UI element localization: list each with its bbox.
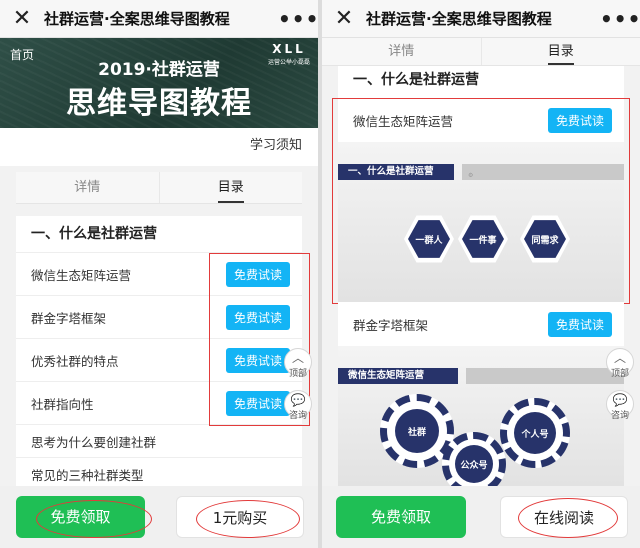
more-icon[interactable]: ••• — [278, 7, 318, 31]
left-screen: ✕ 社群运营·全案思维导图教程 ••• 首页 XLL 运营公举小磊磊 2019·… — [0, 0, 318, 548]
gear-label: 公众号 — [460, 460, 488, 471]
close-icon[interactable]: ✕ — [322, 0, 366, 38]
list-item[interactable]: 群金字塔框架 免费试读 — [16, 295, 302, 338]
section-title: 一、什么是社群运营 — [31, 226, 157, 242]
mindmap-header: 一、什么是社群运营 — [338, 164, 454, 180]
gear-label: 个人号 — [521, 429, 549, 440]
tab-bar: 详情 目录 — [16, 172, 302, 204]
consult-label: 咨询 — [610, 411, 629, 421]
catalog-list: 一、什么是社群运营 微信生态矩阵运营 免费试读 群金字塔框架 免费试读 优秀社群… — [16, 216, 302, 490]
tab-details[interactable]: 详情 — [16, 172, 159, 203]
list-item[interactable]: 微信生态矩阵运营 免费试读 — [16, 252, 302, 295]
tab-bar: 详情 目录 — [322, 38, 640, 66]
list-item[interactable]: 优秀社群的特点 免费试读 — [16, 338, 302, 381]
page-title: 社群运营·全案思维导图教程 — [44, 10, 230, 28]
buy-button[interactable]: 1元购买 — [176, 496, 304, 538]
item-title: 常见的三种社群类型 — [31, 467, 144, 483]
learning-notice[interactable]: 学习须知 — [0, 128, 318, 166]
list-item[interactable]: 微信生态矩阵运营 免费试读 — [338, 98, 624, 142]
bottom-action-bar: 免费领取 1元购买 — [0, 486, 318, 548]
right-screen: ✕ 社群运营·全案思维导图教程 ••• 详情 目录 一、什么是社群运营 微信生态… — [322, 0, 640, 548]
gear-icon: 个人号 — [500, 398, 570, 468]
item-title: 社群指向性 — [31, 396, 94, 412]
gear-icon: 公众号 — [442, 432, 506, 486]
tab-catalog[interactable]: 目录 — [158, 172, 303, 203]
banner-subtitle: 2019·社群运营 — [98, 60, 220, 80]
item-title: 思考为什么要创建社群 — [31, 434, 157, 450]
item-title: 优秀社群的特点 — [31, 353, 119, 369]
bottom-action-bar: 免费领取 在线阅读 — [322, 486, 640, 548]
list-item[interactable]: 群金字塔框架 免费试读 — [338, 302, 624, 346]
item-title: 群金字塔框架 — [353, 317, 429, 333]
tab-details[interactable]: 详情 — [322, 38, 481, 65]
close-icon[interactable]: ✕ — [0, 0, 44, 38]
back-to-top-label: 顶部 — [610, 369, 629, 379]
free-trial-button[interactable]: 免费试读 — [225, 261, 290, 287]
list-item[interactable]: 思考为什么要创建社群 — [16, 424, 302, 457]
section-header: 一、什么是社群运营 — [338, 66, 624, 98]
page-title: 社群运营·全案思维导图教程 — [366, 10, 552, 28]
item-title: 微信生态矩阵运营 — [31, 267, 132, 283]
nav-bar: ✕ 社群运营·全案思维导图教程 ••• — [0, 0, 318, 38]
item-title: 群金字塔框架 — [31, 310, 107, 326]
back-to-top-label: 顶部 — [288, 369, 307, 379]
free-trial-button[interactable]: 免费试读 — [547, 107, 612, 133]
free-trial-button[interactable]: 免费试读 — [225, 390, 290, 416]
mindmap-preview: 一、什么是社群运营 ⚙ 一群人 一件事 同需求 — [338, 142, 624, 302]
list-item[interactable]: 社群指向性 免费试读 — [16, 381, 302, 424]
free-trial-button[interactable]: 免费试读 — [225, 347, 290, 373]
free-trial-button[interactable]: 免费试读 — [547, 311, 612, 337]
free-claim-button[interactable]: 免费领取 — [336, 496, 466, 538]
mindmap-bar — [462, 164, 624, 180]
free-claim-button[interactable]: 免费领取 — [16, 496, 145, 538]
free-trial-button[interactable]: 免费试读 — [225, 304, 290, 330]
item-title: 微信生态矩阵运营 — [353, 113, 454, 129]
tab-catalog[interactable]: 目录 — [480, 38, 640, 65]
mindmap-header: 微信生态矩阵运营 — [338, 368, 458, 384]
mindmap-preview: 微信生态矩阵运营 社群 公众号 个人号 — [338, 346, 624, 486]
banner-title: 思维导图教程 — [66, 86, 252, 121]
gear-label: 社群 — [407, 427, 426, 438]
read-online-button[interactable]: 在线阅读 — [500, 496, 628, 538]
consult-label: 咨询 — [288, 411, 307, 421]
watermark: ⚙ — [468, 172, 474, 179]
mindmap-bar — [466, 368, 624, 384]
nav-bar: ✕ 社群运营·全案思维导图教程 ••• — [322, 0, 640, 38]
course-banner: 首页 XLL 运营公举小磊磊 2019·社群运营 思维导图教程 — [0, 38, 318, 128]
more-icon[interactable]: ••• — [600, 7, 640, 31]
logo-letters: XLL — [272, 42, 306, 56]
section-title: 一、什么是社群运营 — [353, 72, 479, 88]
